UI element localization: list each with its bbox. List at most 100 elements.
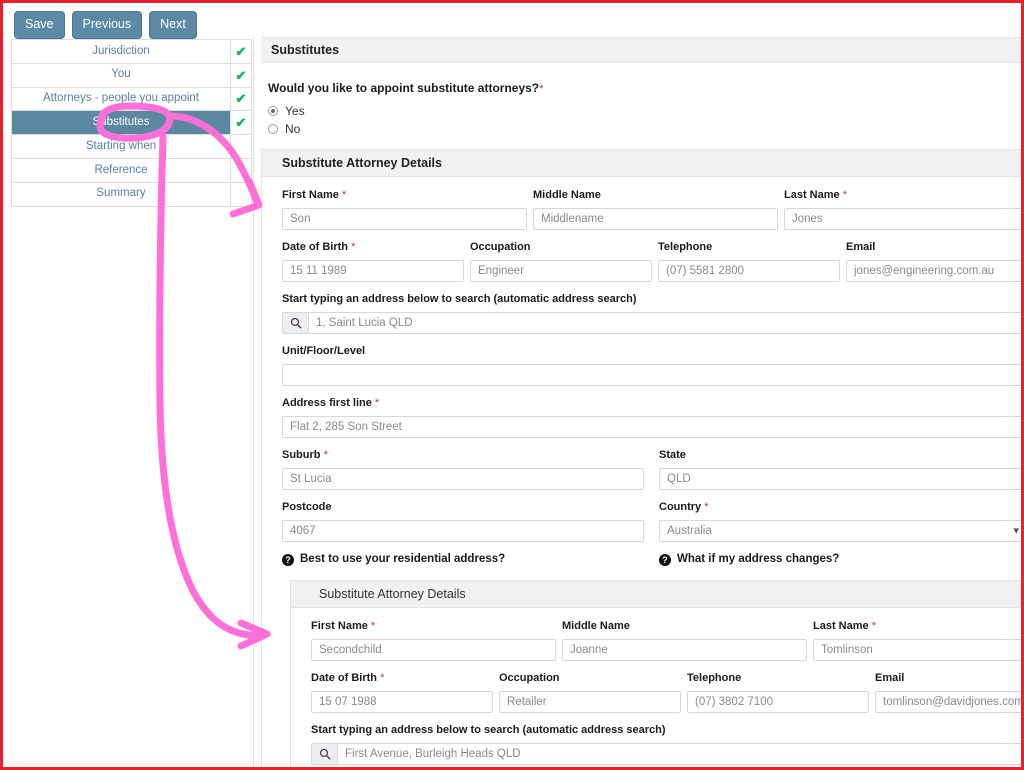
previous-button[interactable]: Previous <box>71 11 143 39</box>
magnifier-icon[interactable] <box>282 312 308 334</box>
date-of-birth-input[interactable]: 15 11 1989 <box>282 260 464 282</box>
address-first-line-group: Address first line * Flat 2, 285 Son Str… <box>282 398 1021 438</box>
suburb-label: Suburb * <box>282 449 328 461</box>
first-name-input[interactable]: Son <box>282 208 527 230</box>
occupation-label: Occupation <box>470 241 531 253</box>
radio-yes-icon[interactable] <box>268 106 278 116</box>
step-status-cell: ✔ <box>230 40 251 63</box>
middle-name-group: Middle Name Middlename <box>533 190 778 230</box>
state-label: State <box>659 449 686 461</box>
occupation-group: Occupation Engineer <box>470 242 652 282</box>
sidebar-item-reference[interactable]: Reference ✔ <box>12 158 251 183</box>
question-mark-icon: ? <box>659 554 671 566</box>
middle-name-input[interactable]: Joanne <box>562 639 807 661</box>
email-input[interactable]: tomlinson@davidjones.com <box>875 691 1021 713</box>
last-name-input[interactable]: Tomlinson <box>813 639 1021 661</box>
sidebar-item-label[interactable]: Attorneys - people you appoint <box>12 88 230 111</box>
address-search-input[interactable]: First Avenue, Burleigh Heads QLD <box>337 743 1021 765</box>
occupation-label: Occupation <box>499 672 560 684</box>
telephone-input[interactable]: (07) 5581 2800 <box>658 260 840 282</box>
unit-floor-level-group: Unit/Floor/Level <box>282 346 1021 386</box>
next-button[interactable]: Next <box>149 11 197 39</box>
suburb-group: Suburb * St Lucia <box>282 450 644 490</box>
help-link-address-changes[interactable]: ? What if my address changes? <box>659 554 839 566</box>
suburb-input[interactable]: St Lucia <box>282 468 644 490</box>
radio-no-label: No <box>285 122 301 136</box>
email-input[interactable]: jones@engineering.com.au <box>846 260 1021 282</box>
sidebar-item-label[interactable]: Summary <box>12 183 230 206</box>
sidebar-item-jurisdiction[interactable]: Jurisdiction ✔ <box>12 40 251 64</box>
occupation-input[interactable]: Engineer <box>470 260 652 282</box>
sidebar-item-you[interactable]: You ✔ <box>12 63 251 88</box>
state-group: State QLD <box>659 450 1021 490</box>
section-heading: Substitute Attorney Details <box>291 581 1021 608</box>
step-status-cell: ✔ <box>230 135 251 158</box>
sidebar-item-substitutes[interactable]: Substitutes ✔ <box>12 111 251 136</box>
radio-option-yes[interactable]: Yes <box>268 103 1021 119</box>
sidebar-item-label[interactable]: Substitutes <box>12 111 230 135</box>
viewport: Save Previous Next Jurisdiction ✔ You ✔ … <box>3 3 1021 767</box>
address-search-input[interactable]: 1, Saint Lucia QLD <box>308 312 1021 334</box>
telephone-input[interactable]: (07) 3802 7100 <box>687 691 869 713</box>
address-search-group: Start typing an address below to search … <box>282 294 1021 334</box>
middle-name-input[interactable]: Middlename <box>533 208 778 230</box>
address-search-label: Start typing an address below to search … <box>311 724 666 736</box>
chevron-down-icon: ▾ <box>1013 524 1019 537</box>
postcode-input[interactable]: 4067 <box>282 520 644 542</box>
postcode-label: Postcode <box>282 501 332 513</box>
last-name-input[interactable]: Jones <box>784 208 1021 230</box>
step-status-cell: ✔ <box>230 63 251 87</box>
sidebar-item-label[interactable]: Starting when <box>12 135 230 158</box>
sidebar-item-label[interactable]: Reference <box>12 159 230 182</box>
section-body: First Name * Son Middle Name Middlename … <box>262 177 1021 767</box>
required-marker: * <box>539 83 544 95</box>
middle-name-label: Middle Name <box>533 189 601 201</box>
sidebar-item-attorneys[interactable]: Attorneys - people you appoint ✔ <box>12 87 251 112</box>
help-link-residential-address[interactable]: ? Best to use your residential address? <box>282 554 659 566</box>
step-status-cell: ✔ <box>230 111 251 135</box>
email-group: Email tomlinson@davidjones.com <box>875 673 1021 713</box>
substitute-attorney-section-1: Substitute Attorney Details First Name *… <box>261 149 1021 767</box>
email-group: Email jones@engineering.com.au <box>846 242 1021 282</box>
required-marker: * <box>380 672 385 684</box>
date-of-birth-label: Date of Birth * <box>282 241 356 253</box>
last-name-group: Last Name * Tomlinson <box>813 621 1021 661</box>
main-content: Substitutes Would you like to appoint su… <box>261 37 1021 767</box>
required-marker: * <box>871 620 876 632</box>
first-name-group: First Name * Secondchild <box>311 621 556 661</box>
page-title: Substitutes <box>261 37 1021 63</box>
question-mark-icon: ? <box>282 554 294 566</box>
save-button[interactable]: Save <box>14 11 65 39</box>
first-name-input[interactable]: Secondchild <box>311 639 556 661</box>
middle-name-label: Middle Name <box>562 620 630 632</box>
date-of-birth-input[interactable]: 15 07 1988 <box>311 691 493 713</box>
section-body: First Name * Secondchild Middle Name Joa… <box>291 608 1021 767</box>
magnifier-icon[interactable] <box>311 743 337 765</box>
substitute-radio-group: Yes No <box>268 103 1021 137</box>
telephone-group: Telephone (07) 3802 7100 <box>687 673 869 713</box>
application-window: Save Previous Next Jurisdiction ✔ You ✔ … <box>0 0 1024 770</box>
radio-option-no[interactable]: No <box>268 121 1021 137</box>
suburb-state-row: Suburb * St Lucia State QLD <box>282 450 1021 490</box>
radio-no-icon[interactable] <box>268 124 278 134</box>
last-name-label: Last Name * <box>784 189 847 201</box>
step-status-cell: ✔ <box>230 158 251 182</box>
sidebar-item-summary[interactable]: Summary ✔ <box>12 182 251 207</box>
toolbar: Save Previous Next <box>14 11 197 39</box>
address-first-line-input[interactable]: Flat 2, 285 Son Street <box>282 416 1021 438</box>
sidebar-item-label[interactable]: You <box>12 64 230 87</box>
sidebar-item-starting-when[interactable]: Starting when ✔ <box>12 135 251 159</box>
check-icon: ✔ <box>235 43 247 59</box>
address-first-line-label: Address first line * <box>282 397 380 409</box>
required-marker: * <box>323 449 328 461</box>
unit-floor-level-input[interactable] <box>282 364 1021 386</box>
address-search-label: Start typing an address below to search … <box>282 293 637 305</box>
check-icon: ✔ <box>235 115 247 131</box>
state-input[interactable]: QLD <box>659 468 1021 490</box>
sidebar-item-label[interactable]: Jurisdiction <box>12 40 230 63</box>
postcode-country-row: Postcode 4067 Country * Australia ▾ <box>282 502 1021 542</box>
unit-floor-level-label: Unit/Floor/Level <box>282 345 366 357</box>
occupation-input[interactable]: Retailer <box>499 691 681 713</box>
telephone-label: Telephone <box>687 672 742 684</box>
country-select[interactable]: Australia ▾ <box>659 520 1021 542</box>
